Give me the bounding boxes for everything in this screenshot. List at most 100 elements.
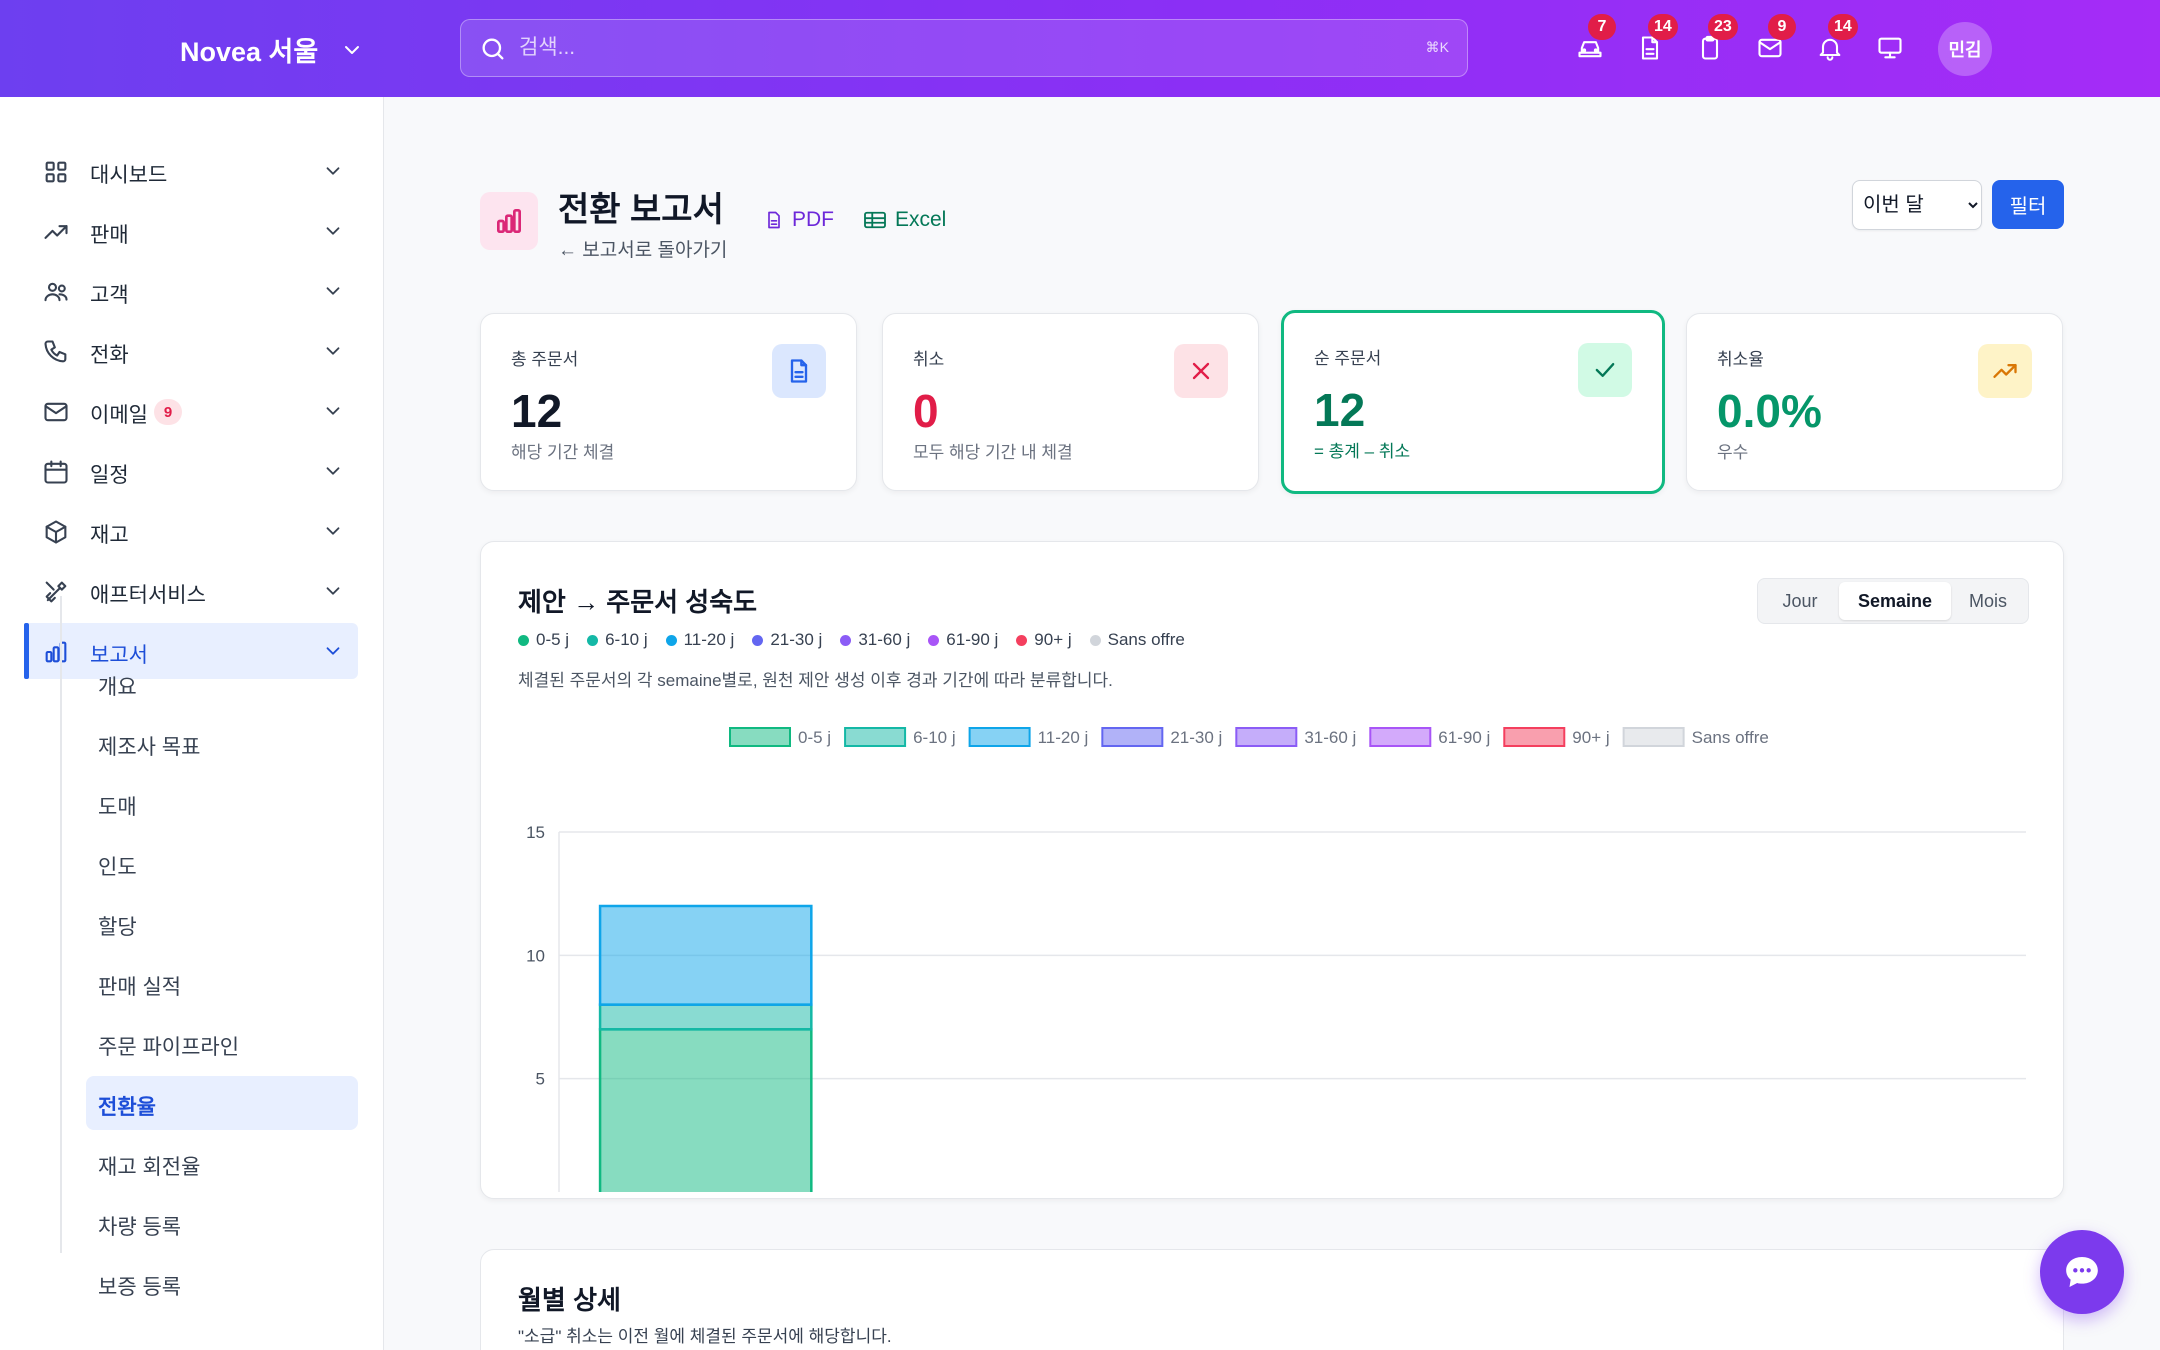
brand-switcher[interactable]: Novea 서울	[180, 30, 364, 69]
chevron-down-icon	[326, 467, 340, 475]
legend-dot-item: 31-60 j	[840, 630, 910, 650]
chart-legend-label: 11-20 j	[1038, 728, 1089, 747]
period-select[interactable]: 이번 달	[1852, 180, 1982, 230]
total-orders-card: 총 주문서 12 해당 기간 체결	[480, 313, 857, 491]
chevron-down-icon	[326, 167, 340, 175]
filter-button[interactable]: 필터	[1992, 180, 2064, 229]
chart-legend-swatch	[1369, 727, 1432, 747]
tasks-button[interactable]: 23	[1690, 14, 1738, 68]
documents-button[interactable]: 14	[1630, 14, 1678, 68]
tab-semaine[interactable]: Semaine	[1839, 582, 1951, 620]
sidebar-subitem[interactable]: 차량 등록	[86, 1196, 358, 1250]
export-pdf-button[interactable]: PDF	[764, 208, 834, 232]
chevron-down-icon	[345, 45, 360, 54]
sidebar-item-after-service[interactable]: 애프터서비스	[24, 563, 358, 619]
legend-dot-item: Sans offre	[1089, 630, 1185, 650]
maturity-description: 체결된 주문서의 각 semaine별로, 원천 제안 생성 이후 경과 기간에…	[518, 671, 1113, 690]
spreadsheet-icon	[864, 211, 886, 229]
sidebar-item-label: 일정	[90, 464, 129, 487]
sidebar-item-schedule[interactable]: 일정	[24, 443, 358, 499]
sidebar-subitem-label: 전환율	[98, 1096, 156, 1119]
legend-dot-item: 21-30 j	[752, 630, 822, 650]
sidebar-subitem-label: 재고 회전율	[98, 1156, 201, 1179]
mail-icon	[44, 402, 68, 422]
sidebar-subitem[interactable]: 인도	[86, 836, 358, 890]
legend-dot-label: 0-5 j	[536, 630, 570, 649]
sidebar-subitem[interactable]: 할당	[86, 896, 358, 950]
tab-jour[interactable]: Jour	[1761, 582, 1839, 620]
legend-dot-label: 90+ j	[1034, 630, 1072, 649]
tab-mois[interactable]: Mois	[1951, 582, 2025, 620]
legend-dot	[840, 634, 852, 646]
card-value: 0	[913, 385, 939, 437]
cancellations-card: 취소 0 모두 해당 기간 내 체결	[882, 313, 1259, 491]
report-icon-tile	[480, 192, 538, 250]
sidebar-item-inventory[interactable]: 재고	[24, 503, 358, 559]
sidebar-subitem[interactable]: 판매 실적	[86, 956, 358, 1010]
legend-dot	[928, 634, 940, 646]
chart-y-tick-label: 5	[536, 1070, 545, 1089]
search-input[interactable]	[519, 20, 1399, 75]
export-excel-button[interactable]: Excel	[863, 208, 946, 232]
legend-dot-item: 0-5 j	[518, 630, 569, 650]
sidebar-item-email[interactable]: 이메일 9	[24, 383, 358, 439]
net-orders-card: 순 주문서 12 = 총계 – 취소	[1281, 310, 1665, 494]
chart-bar-segment	[598, 1028, 813, 1192]
card-title: 총 주문서	[511, 350, 579, 369]
chart-legend-swatch	[1235, 727, 1298, 747]
display-button[interactable]	[1870, 28, 1910, 68]
monthly-title: 월별 상세	[518, 1285, 621, 1315]
chevron-down-icon	[326, 287, 340, 295]
legend-dot-label: 11-20 j	[683, 630, 735, 649]
sidebar-subitem-label: 판매 실적	[98, 976, 182, 999]
card-subtitle: 우수	[1717, 443, 1749, 462]
sidebar-item-label: 재고	[90, 524, 129, 547]
mail-button[interactable]: 9	[1750, 14, 1796, 68]
legend-dot	[665, 634, 677, 646]
sidebar-item-calls[interactable]: 전화	[24, 323, 358, 379]
chart-legend-swatch	[968, 727, 1031, 747]
chevron-down-icon	[326, 227, 340, 235]
notification-badge: 14	[1828, 14, 1858, 40]
chat-bubble-icon	[2066, 1257, 2098, 1287]
notification-badge: 14	[1648, 14, 1678, 40]
sidebar-subitem[interactable]: 도매	[86, 776, 358, 830]
legend-dot-label: 21-30 j	[770, 630, 823, 649]
sidebar-item-customers[interactable]: 고객	[24, 263, 358, 319]
sidebar-subitem[interactable]: 보증 등록	[86, 1256, 358, 1310]
card-title: 취소	[913, 350, 945, 369]
sidebar-item-badge: 9	[154, 399, 182, 425]
users-icon	[44, 282, 68, 302]
sidebar-subitem-label: 개요	[98, 676, 137, 699]
notifications-button[interactable]: 14	[1810, 14, 1858, 68]
sidebar-subitem-label: 차량 등록	[98, 1216, 182, 1239]
search-box[interactable]: ⌘K	[460, 19, 1468, 77]
cancellation-rate-card: 취소율 0.0% 우수	[1686, 313, 2063, 491]
document-icon	[768, 211, 780, 229]
car-button[interactable]: 7	[1570, 14, 1616, 68]
back-to-reports-link[interactable]: ← 보고서로 돌아가기	[558, 235, 727, 262]
notification-badge: 23	[1708, 14, 1738, 40]
box-icon	[45, 520, 67, 544]
sidebar-subitem-label: 제조사 목표	[98, 736, 201, 759]
sidebar-subitem[interactable]: 제조사 목표	[86, 716, 358, 770]
monthly-description: "소급" 취소는 이전 월에 체결된 주문서에 해당합니다.	[518, 1327, 892, 1346]
maturity-title: 제안 → 주문서 성숙도	[518, 587, 758, 617]
chat-button[interactable]	[2040, 1230, 2124, 1314]
sidebar-item-sales[interactable]: 판매	[24, 203, 358, 259]
sidebar-subitem[interactable]: 전환율	[86, 1076, 358, 1130]
legend-dot	[1016, 634, 1028, 646]
user-avatar[interactable]: 민김	[1938, 22, 1992, 76]
chart-legend-swatch	[1101, 727, 1164, 747]
sidebar-subitem[interactable]: 주문 파이프라인	[86, 1016, 358, 1070]
card-subtitle: 모두 해당 기간 내 체결	[913, 443, 1073, 462]
sidebar-item-dashboard[interactable]: 대시보드	[24, 143, 358, 199]
sidebar-subitem[interactable]: 재고 회전율	[86, 1136, 358, 1190]
sidebar-subitem[interactable]: 개요	[86, 656, 358, 710]
chart-legend-label: 31-60 j	[1304, 728, 1356, 747]
export-pdf-label: PDF	[792, 208, 834, 231]
card-icon-tile	[772, 344, 826, 398]
granularity-toggle: Jour Semaine Mois	[1757, 578, 2029, 624]
chart-legend-swatch	[729, 727, 791, 747]
notification-badge: 7	[1588, 14, 1616, 40]
